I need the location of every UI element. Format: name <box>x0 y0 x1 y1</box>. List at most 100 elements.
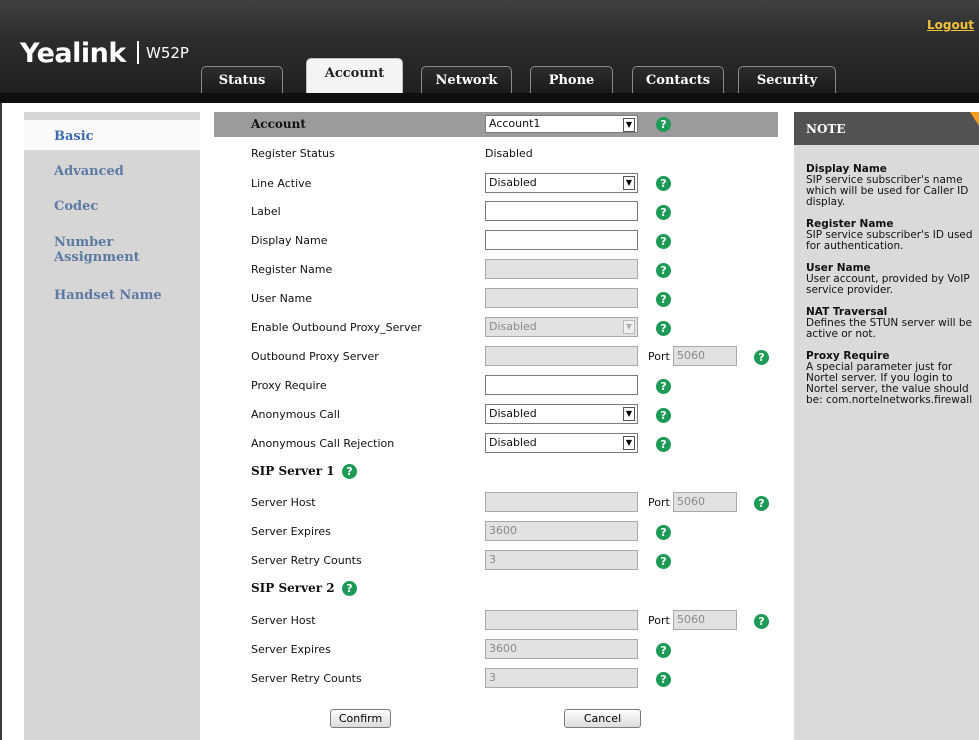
note-entry-register-name: Register Name SIP service subscriber's I… <box>806 219 976 252</box>
account-select-value: Account1 <box>489 117 541 130</box>
note-entry-user-name: User Name User account, provided by VoIP… <box>806 263 976 296</box>
help-icon[interactable]: ? <box>656 437 671 452</box>
help-icon[interactable]: ? <box>656 643 671 658</box>
server-expires-label: Server Expires <box>251 643 331 656</box>
proxy-require-input[interactable] <box>485 375 638 395</box>
help-icon[interactable]: ? <box>656 176 671 191</box>
help-icon[interactable]: ? <box>656 292 671 307</box>
outbound-proxy-port-input[interactable]: 5060 <box>673 346 737 366</box>
anonymous-call-rejection-value: Disabled <box>489 436 537 449</box>
label-input[interactable] <box>485 201 638 221</box>
help-icon[interactable]: ? <box>656 672 671 687</box>
sip1-port-input[interactable]: 5060 <box>673 492 737 512</box>
sip2-server-retry-input[interactable]: 3 <box>485 668 638 688</box>
help-icon[interactable]: ? <box>656 408 671 423</box>
help-icon[interactable]: ? <box>656 379 671 394</box>
label-field-label: Label <box>251 205 281 218</box>
display-name-label: Display Name <box>251 234 328 247</box>
account-label: Account <box>251 117 306 131</box>
help-icon[interactable]: ? <box>656 525 671 540</box>
help-icon[interactable]: ? <box>754 496 769 511</box>
help-icon[interactable]: ? <box>754 350 769 365</box>
note-text: SIP service subscriber's ID used for aut… <box>806 229 973 252</box>
note-text: User account, provided by VoIP service p… <box>806 273 970 296</box>
outbound-proxy-server-label: Outbound Proxy Server <box>251 350 379 363</box>
note-corner-flag-icon <box>970 112 979 126</box>
server-host-label: Server Host <box>251 496 316 509</box>
sip1-server-expires-input[interactable]: 3600 <box>485 521 638 541</box>
note-body: Display Name SIP service subscriber's na… <box>806 164 976 417</box>
help-icon[interactable]: ? <box>656 117 671 132</box>
tab-phone[interactable]: Phone <box>530 66 613 93</box>
port-label: Port <box>648 496 670 509</box>
sip-server-1-title: SIP Server 1 <box>251 464 335 478</box>
sip2-server-host-input[interactable] <box>485 610 638 630</box>
note-title: NOTE <box>806 122 846 136</box>
anonymous-call-label: Anonymous Call <box>251 408 340 421</box>
cancel-button[interactable]: Cancel <box>564 709 641 728</box>
line-active-select[interactable]: Disabled ▼ <box>485 173 638 193</box>
tab-account[interactable]: Account <box>306 58 403 94</box>
confirm-button[interactable]: Confirm <box>330 709 391 728</box>
anonymous-call-value: Disabled <box>489 407 537 420</box>
register-name-input[interactable] <box>485 259 638 279</box>
dropdown-arrow-icon: ▼ <box>623 320 635 334</box>
user-name-input[interactable] <box>485 288 638 308</box>
sidebar-item-number-assignment[interactable]: Number Assignment <box>54 235 164 265</box>
note-entry-proxy-require: Proxy Require A special parameter just f… <box>806 351 976 406</box>
outbound-proxy-server-input[interactable] <box>485 346 638 366</box>
logout-link[interactable]: Logout <box>927 18 974 32</box>
server-retry-counts-label: Server Retry Counts <box>251 672 362 685</box>
note-entry-nat-traversal: NAT Traversal Defines the STUN server wi… <box>806 307 976 340</box>
register-status-label: Register Status <box>251 147 335 160</box>
left-frame-edge <box>0 103 2 740</box>
sip2-server-expires-input[interactable]: 3600 <box>485 639 638 659</box>
header-bottom-bar <box>0 93 979 103</box>
model-name: W52P <box>146 44 189 62</box>
sidebar-item-basic[interactable]: Basic <box>54 129 94 144</box>
server-host-label: Server Host <box>251 614 316 627</box>
sidebar-item-codec[interactable]: Codec <box>54 199 98 214</box>
dropdown-arrow-icon: ▼ <box>623 407 635 421</box>
user-name-label: User Name <box>251 292 313 305</box>
server-expires-label: Server Expires <box>251 525 331 538</box>
anonymous-call-rejection-select[interactable]: Disabled ▼ <box>485 433 638 453</box>
sip-server-2-title: SIP Server 2 <box>251 581 335 595</box>
dropdown-arrow-icon: ▼ <box>623 118 635 132</box>
note-text: A special parameter just for Nortel serv… <box>806 361 973 406</box>
display-name-input[interactable] <box>485 230 638 250</box>
sidebar-item-handset-name[interactable]: Handset Name <box>54 288 162 303</box>
port-label: Port <box>648 350 670 363</box>
port-label: Port <box>648 614 670 627</box>
tab-network[interactable]: Network <box>421 66 512 93</box>
help-icon[interactable]: ? <box>754 614 769 629</box>
sidebar-item-advanced[interactable]: Advanced <box>54 164 124 179</box>
brand-logo: Yealink <box>20 38 126 69</box>
sip1-server-host-input[interactable] <box>485 492 638 512</box>
register-name-label: Register Name <box>251 263 333 276</box>
help-icon[interactable]: ? <box>656 263 671 278</box>
sip2-port-input[interactable]: 5060 <box>673 610 737 630</box>
line-active-value: Disabled <box>489 176 537 189</box>
sip1-server-retry-input[interactable]: 3 <box>485 550 638 570</box>
outbound-proxy-enable-select[interactable]: Disabled ▼ <box>485 317 638 337</box>
help-icon[interactable]: ? <box>656 205 671 220</box>
account-select[interactable]: Account1 ▼ <box>485 115 638 133</box>
anonymous-call-rejection-label: Anonymous Call Rejection <box>251 437 395 450</box>
help-icon[interactable]: ? <box>656 234 671 249</box>
tab-security[interactable]: Security <box>738 66 836 93</box>
tab-status[interactable]: Status <box>201 66 283 93</box>
dropdown-arrow-icon: ▼ <box>623 436 635 450</box>
register-status-value: Disabled <box>485 147 533 160</box>
line-active-label: Line Active <box>251 177 312 190</box>
help-icon[interactable]: ? <box>656 321 671 336</box>
help-icon[interactable]: ? <box>656 554 671 569</box>
help-icon[interactable]: ? <box>342 581 357 596</box>
dropdown-arrow-icon: ▼ <box>623 176 635 190</box>
note-text: Defines the STUN server will be active o… <box>806 317 972 340</box>
help-icon[interactable]: ? <box>342 464 357 479</box>
note-panel: NOTE Display Name SIP service subscriber… <box>794 112 979 740</box>
sidebar: Basic Advanced Codec Number Assignment H… <box>24 112 200 740</box>
tab-contacts[interactable]: Contacts <box>632 66 724 93</box>
anonymous-call-select[interactable]: Disabled ▼ <box>485 404 638 424</box>
